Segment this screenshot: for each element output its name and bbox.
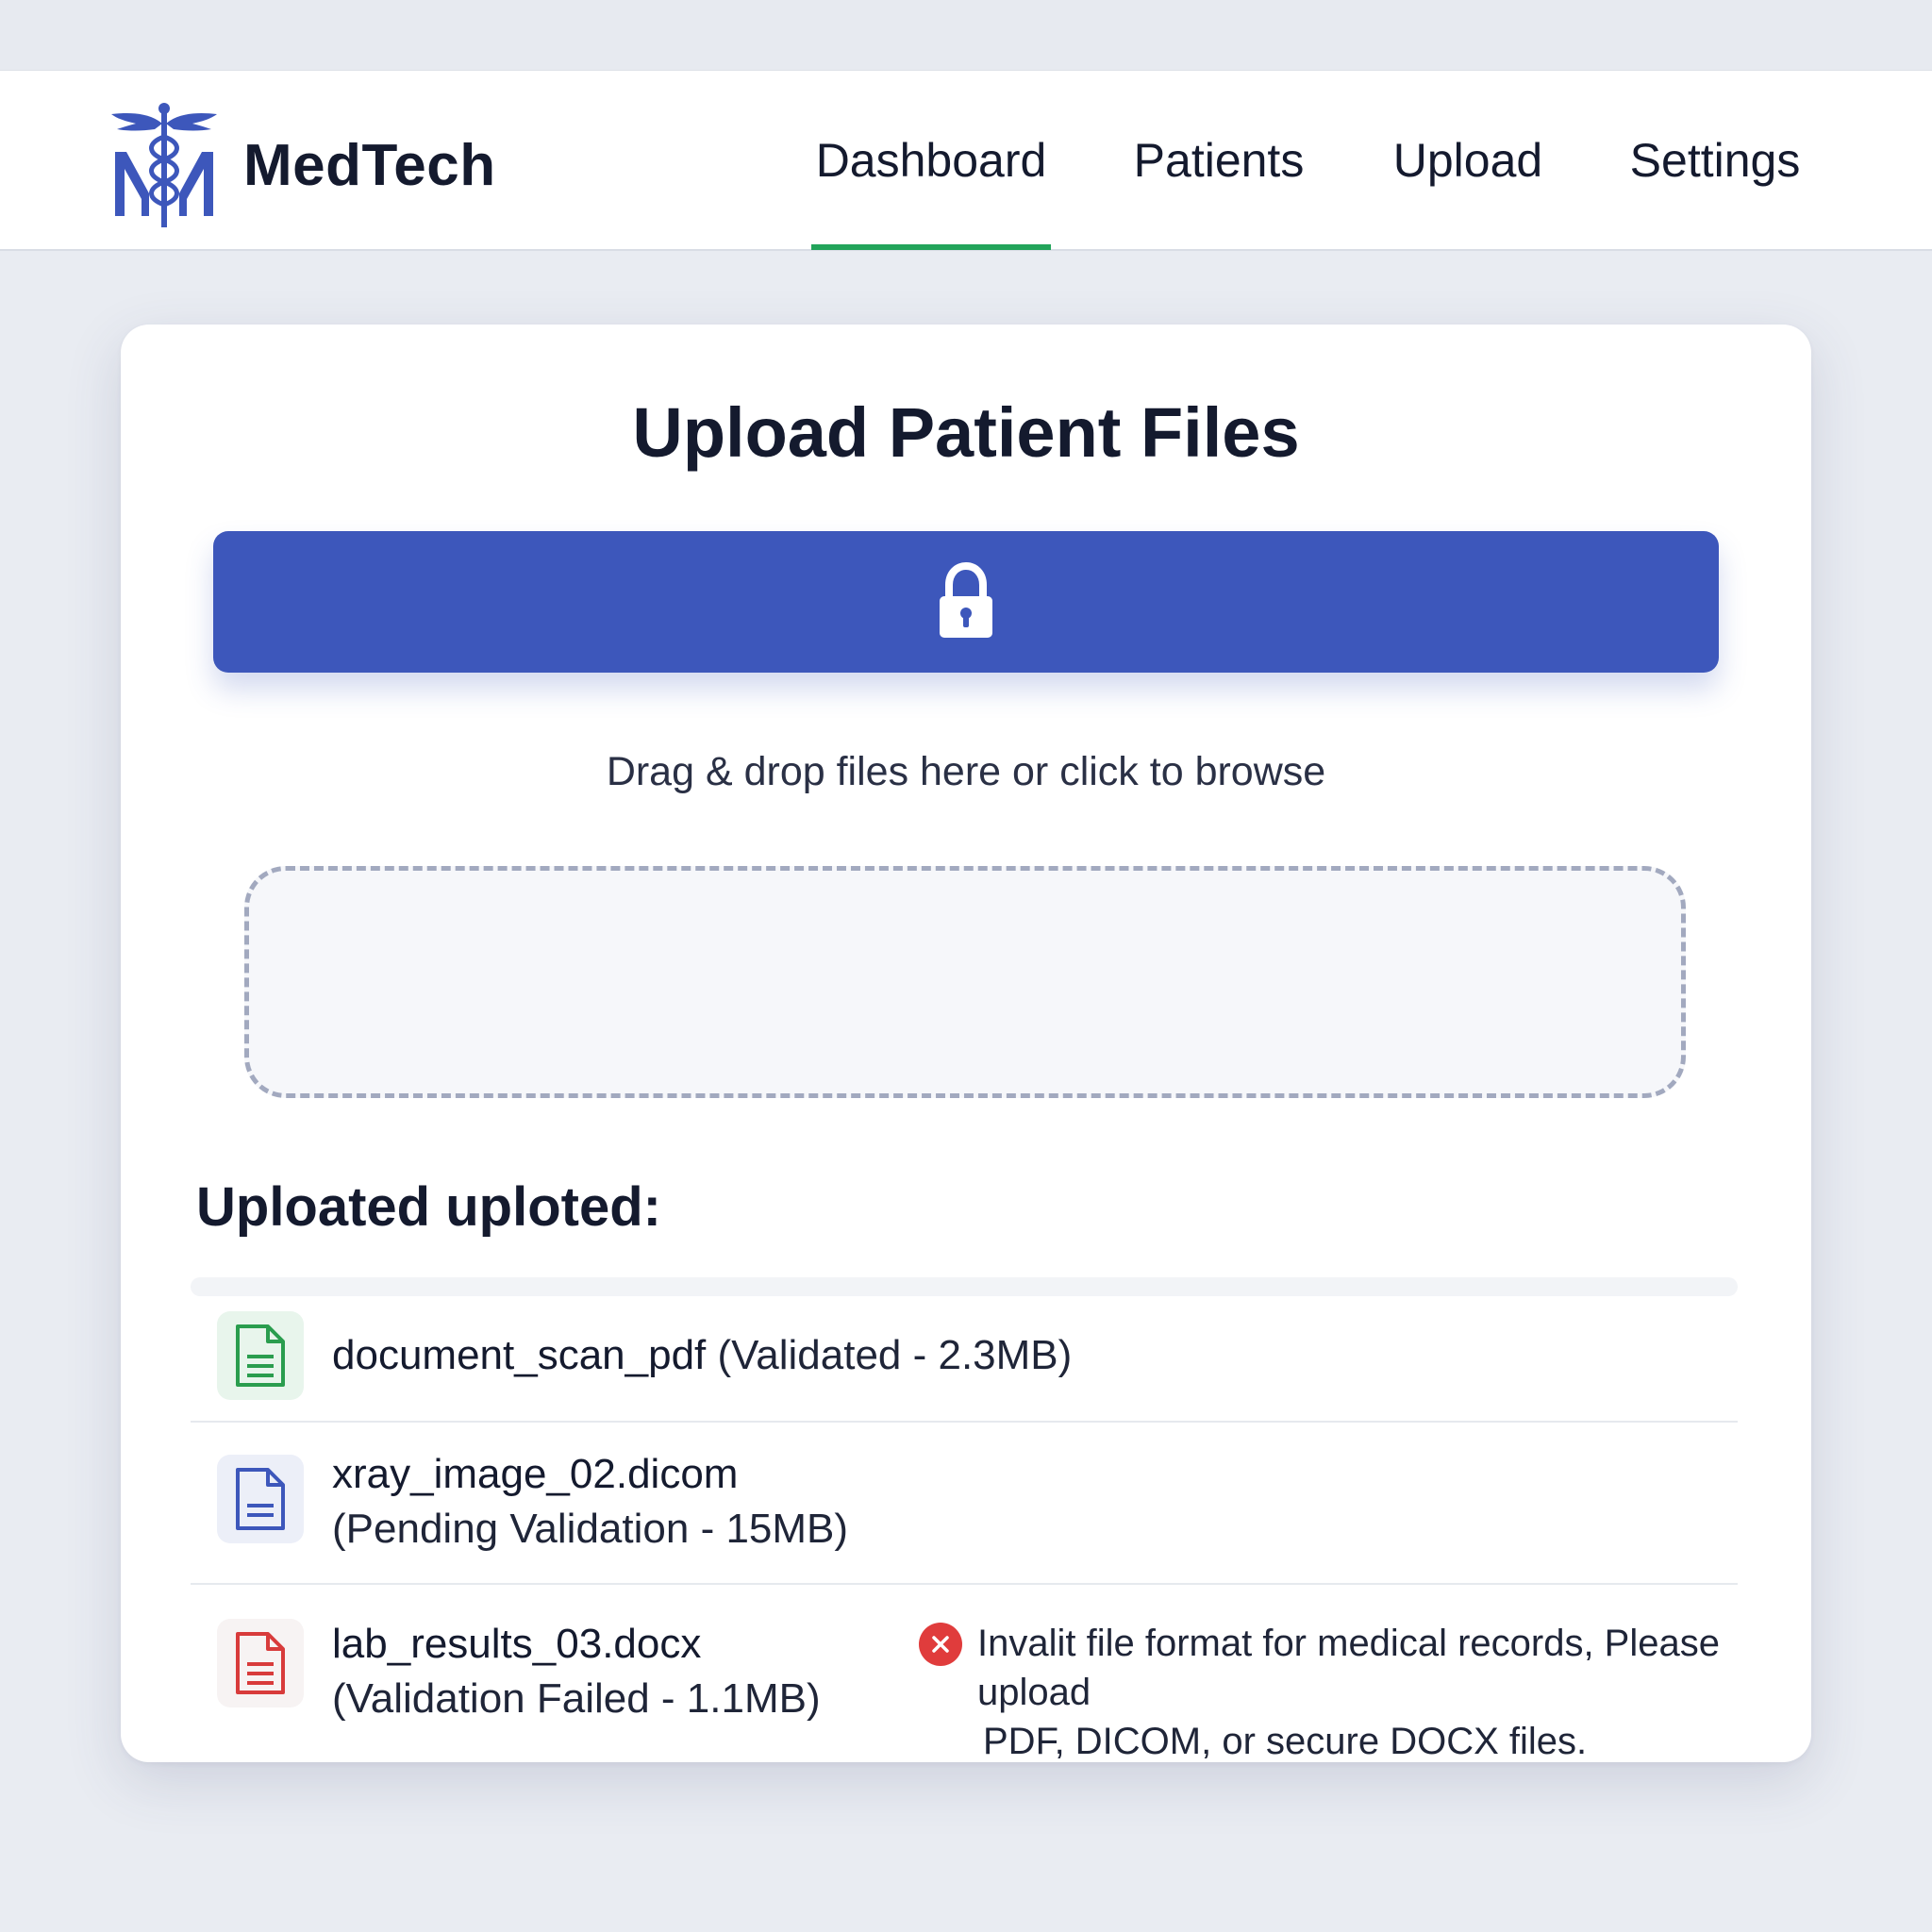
file-info: lab_results_03.docx (Validation Failed -… — [332, 1617, 821, 1726]
file-row[interactable]: lab_results_03.docx (Validation Failed -… — [191, 1585, 1738, 1762]
file-dropzone[interactable] — [244, 866, 1686, 1098]
document-icon — [236, 1632, 285, 1694]
nav-tab-upload[interactable]: Upload — [1385, 71, 1551, 250]
uploaded-files-heading: Uploated uploted: — [196, 1176, 661, 1238]
file-info: xray_image_02.dicom (Pending Validation … — [332, 1447, 848, 1557]
document-icon — [236, 1324, 285, 1387]
file-status: (Pending Validation - 15MB) — [332, 1506, 849, 1552]
nav-tab-label: Settings — [1629, 134, 1801, 187]
file-name: xray_image_02.dicom — [332, 1451, 739, 1497]
file-icon-container — [217, 1311, 304, 1400]
document-icon — [236, 1468, 285, 1530]
file-icon-container — [217, 1455, 304, 1543]
nav-tab-settings[interactable]: Settings — [1621, 71, 1809, 250]
error-message: Invalit file format for medical records,… — [977, 1619, 1826, 1766]
nav-tab-label: Dashboard — [815, 134, 1047, 187]
nav-tab-label: Patients — [1133, 134, 1305, 187]
upload-card: Upload Patient Files Drag & drop files h… — [121, 325, 1811, 1762]
window-top-strip — [0, 0, 1932, 70]
error-x-icon — [919, 1623, 962, 1666]
error-message-line: PDF, DICOM, or secure DOCX files. — [983, 1721, 1588, 1762]
page-title: Upload Patient Files — [632, 393, 1300, 472]
nav-tab-dashboard[interactable]: Dashboard — [811, 71, 1051, 250]
main-nav: Dashboard Patients Upload Settings — [0, 71, 1932, 252]
file-icon-container — [217, 1619, 304, 1707]
lock-icon — [940, 562, 992, 638]
nav-tab-patients[interactable]: Patients — [1123, 71, 1315, 250]
error-message-line: Invalit file format for medical records,… — [977, 1623, 1720, 1713]
file-row[interactable]: document_scan_pdf (Validated - 2.3MB) — [191, 1296, 1738, 1423]
file-status: (Validated - 2.3MB) — [717, 1332, 1073, 1378]
nav-tab-label: Upload — [1392, 134, 1543, 187]
list-divider — [191, 1277, 1738, 1296]
top-navbar: MedTech Dashboard Patients Upload Settin… — [0, 70, 1932, 251]
file-status: (Validation Failed - 1.1MB) — [332, 1675, 821, 1722]
file-name: document_scan_pdf — [332, 1332, 707, 1378]
drop-hint-text: Drag & drop files here or click to brows… — [606, 749, 1326, 794]
file-row[interactable]: xray_image_02.dicom (Pending Validation … — [191, 1423, 1738, 1585]
file-info: document_scan_pdf (Validated - 2.3MB) — [332, 1328, 1072, 1383]
file-name: lab_results_03.docx — [332, 1621, 702, 1667]
secure-upload-button[interactable] — [213, 531, 1719, 673]
